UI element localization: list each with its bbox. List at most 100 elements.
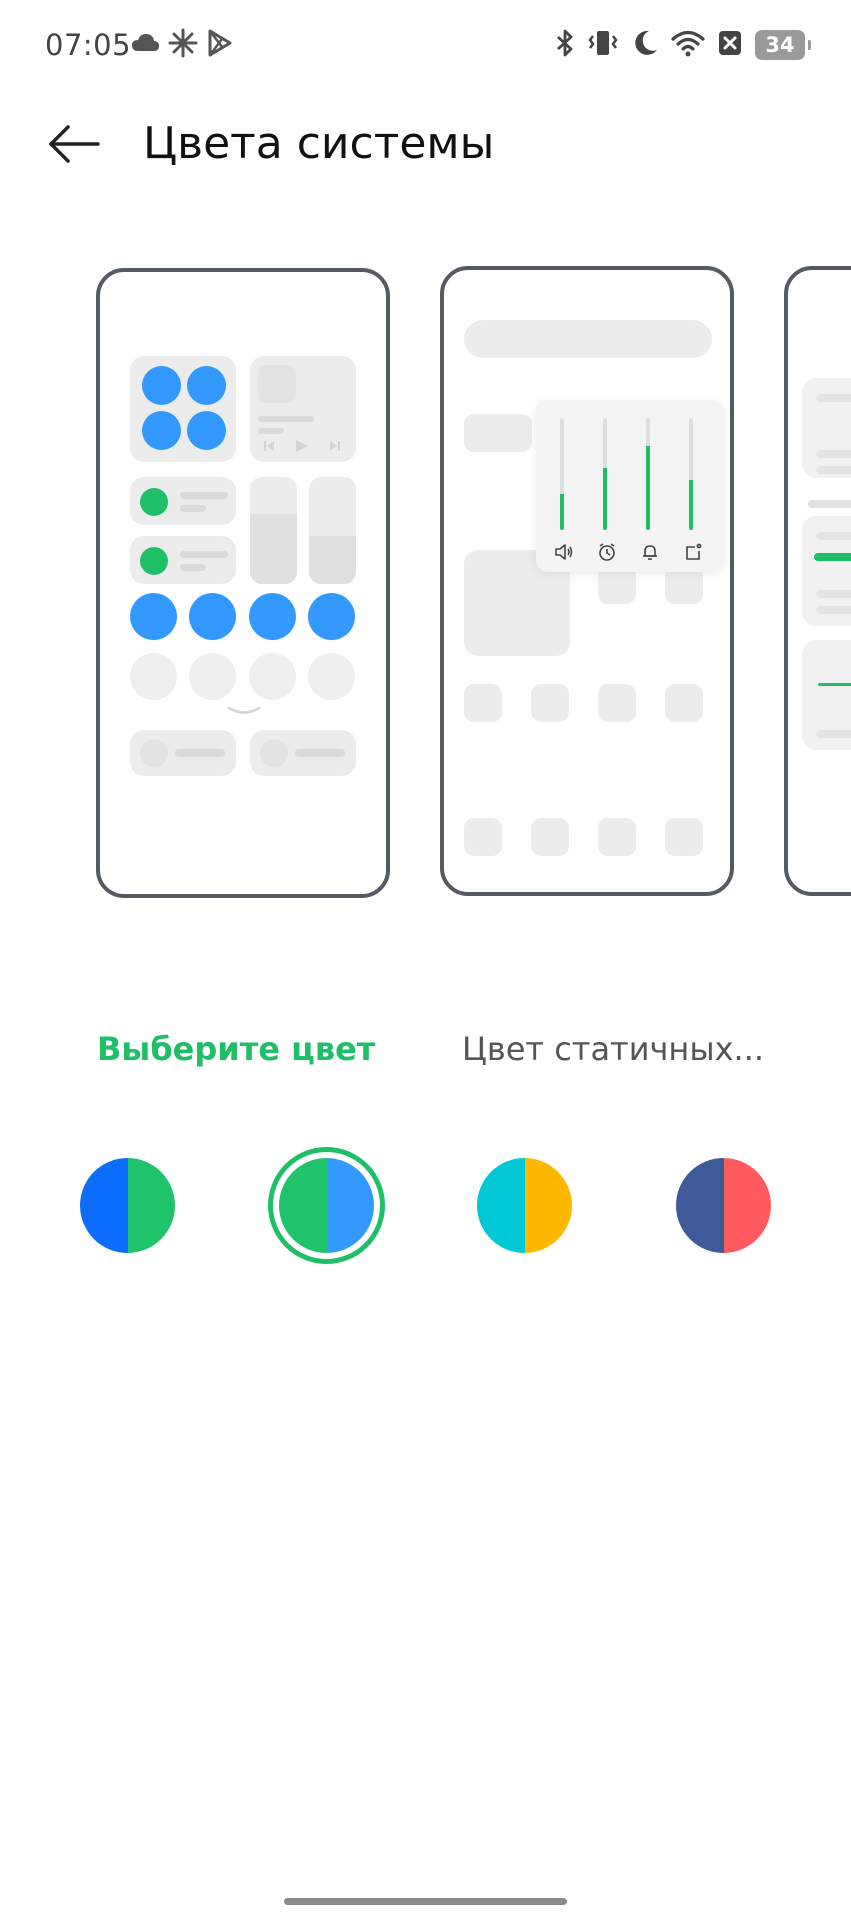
volume-track xyxy=(603,418,607,530)
swatch-right-half xyxy=(723,1158,771,1253)
color-swatch-cyan-yellow[interactable] xyxy=(477,1158,572,1253)
status-time: 07:05 xyxy=(45,28,132,62)
settings-line xyxy=(816,394,851,402)
settings-line xyxy=(808,500,851,508)
volume-panel xyxy=(536,400,724,572)
shortcut-line xyxy=(295,749,345,757)
volume-level-fill xyxy=(560,494,564,530)
swatch-left-half xyxy=(477,1158,525,1253)
media-line xyxy=(258,428,284,434)
color-swatch-navy-red[interactable] xyxy=(676,1158,771,1253)
color-swatch-blue-green[interactable] xyxy=(80,1158,175,1253)
home-indicator[interactable] xyxy=(284,1898,567,1905)
play-store-icon xyxy=(206,28,234,62)
volume-track xyxy=(646,418,650,530)
inactive-button xyxy=(308,653,355,700)
toggle-line xyxy=(180,551,228,558)
app-icon-placeholder xyxy=(598,684,636,722)
toggle-line xyxy=(180,505,206,512)
wifi-icon xyxy=(671,29,705,61)
settings-line xyxy=(816,730,851,738)
battery-level: 34 xyxy=(765,33,795,57)
media-line xyxy=(258,416,314,422)
settings-line xyxy=(816,466,851,474)
inactive-button xyxy=(249,653,296,700)
volume-slider xyxy=(309,477,356,584)
dock-icon-placeholder xyxy=(464,818,502,856)
arrow-left-icon xyxy=(48,124,102,168)
accent-dot xyxy=(142,366,181,405)
inactive-button xyxy=(130,653,177,700)
shortcut-line xyxy=(175,749,225,757)
app-icon-placeholder xyxy=(464,684,502,722)
theme-previews[interactable] xyxy=(0,262,851,902)
dock-icon-placeholder xyxy=(665,818,703,856)
swatch-right-half xyxy=(524,1158,572,1253)
swatch-left-half xyxy=(676,1158,724,1253)
status-bar: 07:05 34 xyxy=(0,0,851,90)
inactive-button xyxy=(189,653,236,700)
app-icon-placeholder xyxy=(531,684,569,722)
back-button[interactable] xyxy=(40,118,110,174)
color-tabs: Выберите цвет Цвет статичных... xyxy=(0,1030,851,1090)
settings-accent-bar xyxy=(814,553,851,561)
settings-line xyxy=(816,450,851,458)
accent-button xyxy=(249,593,296,640)
moon-icon xyxy=(631,28,659,62)
chevron-down-icon xyxy=(227,706,261,714)
toggle-line xyxy=(180,564,206,571)
media-controls-icon xyxy=(264,440,340,452)
widget-placeholder xyxy=(464,414,532,452)
preview-volume-panel xyxy=(440,266,734,896)
preview-control-center xyxy=(96,268,390,898)
speaker-icon xyxy=(555,544,573,560)
accent-button xyxy=(130,593,177,640)
app-icon-placeholder xyxy=(665,684,703,722)
dock-icon-placeholder xyxy=(531,818,569,856)
shortcut-dot xyxy=(140,739,168,767)
status-right-icons: 34 xyxy=(555,28,811,62)
accent-dot xyxy=(187,366,226,405)
battery-indicator: 34 xyxy=(755,30,811,60)
swatch-right-half xyxy=(127,1158,175,1253)
dock-icon-placeholder xyxy=(598,818,636,856)
volume-level-fill xyxy=(689,480,693,530)
accent-dot xyxy=(187,411,226,450)
color-swatch-green-blue[interactable] xyxy=(279,1158,374,1253)
toggle-line xyxy=(180,492,228,499)
media-artwork xyxy=(258,365,296,403)
shortcut-dot xyxy=(260,739,288,767)
color-palette xyxy=(0,1140,851,1270)
brightness-slider xyxy=(250,477,297,584)
settings-card xyxy=(802,378,851,478)
tab-static-color[interactable]: Цвет статичных... xyxy=(462,1030,764,1068)
bell-icon xyxy=(643,545,657,560)
accent-dot xyxy=(142,411,181,450)
settings-line xyxy=(816,532,851,540)
tab-choose-color[interactable]: Выберите цвет xyxy=(97,1030,375,1068)
settings-accent-line xyxy=(818,683,851,686)
no-sim-icon xyxy=(717,28,743,62)
cloud-icon xyxy=(130,31,160,59)
volume-level-fill xyxy=(646,446,650,530)
volume-track xyxy=(560,418,564,530)
status-left-icons xyxy=(130,28,234,62)
preview-settings xyxy=(784,266,851,896)
bluetooth-icon xyxy=(555,28,575,62)
settings-line xyxy=(816,606,851,614)
search-bar-placeholder xyxy=(464,320,712,358)
settings-line xyxy=(816,590,851,598)
alarm-icon xyxy=(599,543,615,561)
volume-track xyxy=(689,418,693,530)
toggle-dot xyxy=(140,488,168,516)
cast-icon xyxy=(686,543,702,560)
page-title: Цвета системы xyxy=(143,118,495,169)
accent-button xyxy=(189,593,236,640)
accent-button xyxy=(308,593,355,640)
sun-icon xyxy=(168,28,198,62)
vibrate-icon xyxy=(587,28,619,62)
swatch-left-half xyxy=(80,1158,128,1253)
toggle-dot xyxy=(140,547,168,575)
volume-level-fill xyxy=(603,468,607,530)
app-header: Цвета системы xyxy=(0,100,851,190)
